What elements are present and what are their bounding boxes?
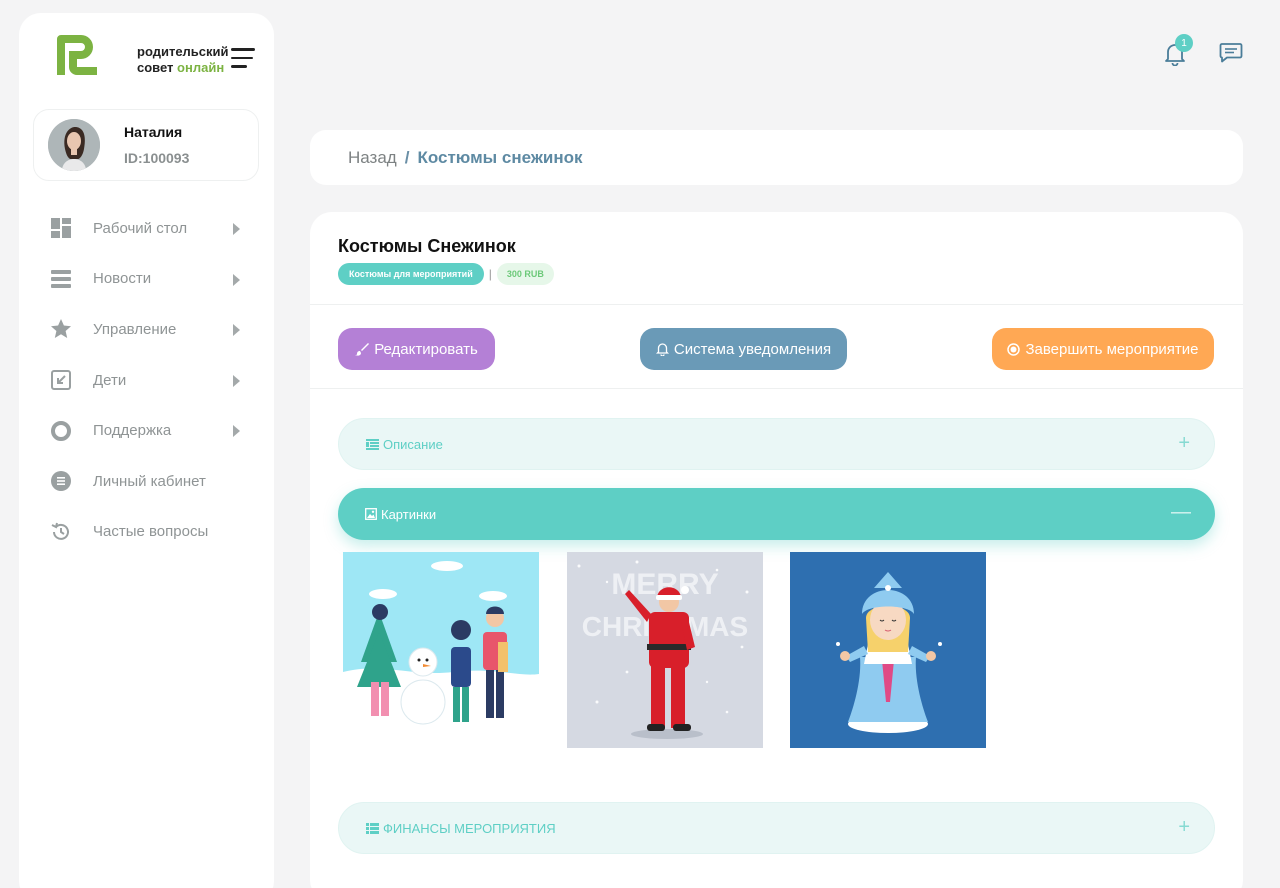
chevron-right-icon (233, 374, 240, 387)
breadcrumb-current: Костюмы снежинок (417, 147, 583, 167)
brand-line-2: совет (137, 60, 174, 75)
finish-event-button[interactable]: Завершить мероприятие (992, 328, 1214, 370)
sidebar-item-faq[interactable]: Частые вопросы (19, 507, 274, 558)
children-icon (51, 370, 71, 391)
breadcrumb-separator: / (404, 147, 410, 167)
event-title: Костюмы Снежинок (338, 236, 516, 256)
chevron-right-icon (233, 273, 240, 286)
sidebar-item-management[interactable]: Управление (19, 304, 274, 355)
news-icon (51, 269, 71, 289)
brush-icon (355, 342, 370, 356)
sidebar-item-label: Поддержка (93, 422, 172, 440)
event-tags: Костюмы для мероприятий | 300 RUB (338, 263, 554, 285)
category-badge: Костюмы для мероприятий (338, 263, 484, 285)
notification-system-button[interactable]: Система уведомления (640, 328, 847, 370)
breadcrumb-back-link[interactable]: Назад (348, 148, 397, 168)
image-thumbnail-santa[interactable]: MERRY CHRISTMAS (567, 552, 763, 748)
notification-system-button-label: Система уведомления (673, 340, 832, 358)
star-icon (51, 319, 71, 339)
list-icon (366, 822, 379, 834)
image-thumbnail-winter-friends[interactable] (343, 552, 539, 748)
logo-icon[interactable] (53, 31, 101, 79)
tag-separator: | (488, 267, 492, 281)
finish-event-button-label: Завершить мероприятие (1025, 340, 1199, 358)
accordion-pictures[interactable]: Картинки — (338, 488, 1215, 540)
profile-name: Наталия (124, 124, 183, 140)
edit-button[interactable]: Редактировать (338, 328, 495, 370)
accordion-description[interactable]: Описание + (338, 418, 1215, 470)
sidebar-item-news[interactable]: Новости (19, 254, 274, 305)
text-icon (366, 438, 379, 450)
profile-id: ID:100093 (124, 150, 190, 166)
plus-icon[interactable]: + (1178, 433, 1190, 453)
accordion-finance-label: ФИНАНСЫ МЕРОПРИЯТИЯ (383, 820, 556, 836)
accordion-description-label: Описание (383, 436, 443, 452)
edit-button-label: Редактировать (374, 340, 478, 358)
sidebar-item-support[interactable]: Поддержка (19, 405, 274, 456)
sidebar-item-children[interactable]: Дети (19, 355, 274, 406)
accordion-pictures-label: Картинки (381, 506, 437, 522)
sidebar-item-dashboard[interactable]: Рабочий стол (19, 203, 274, 254)
dashboard-icon (51, 218, 71, 239)
sidebar-item-label: Управление (93, 320, 177, 338)
brand-name: родительский совет онлайн (137, 44, 229, 76)
account-icon (51, 471, 71, 492)
sidebar-item-label: Личный кабинет (93, 472, 206, 490)
bell-icon (655, 342, 669, 356)
image-thumbnail-snow-maiden[interactable] (790, 552, 986, 748)
price-badge: 300 RUB (496, 263, 554, 285)
brand-line-1: родительский (137, 44, 229, 59)
profile-card[interactable]: Наталия ID:100093 (33, 109, 259, 181)
sidebar: родительский совет онлайн Наталия ID:100… (19, 13, 274, 888)
divider (310, 388, 1243, 389)
sidebar-item-label: Частые вопросы (93, 523, 209, 541)
chevron-right-icon (233, 324, 240, 337)
accordion-finance[interactable]: ФИНАНСЫ МЕРОПРИЯТИЯ + (338, 802, 1215, 854)
minus-icon[interactable]: — (1171, 502, 1191, 522)
image-icon (365, 508, 377, 520)
lifebuoy-icon (51, 420, 71, 441)
brand-line-2-accent: онлайн (177, 60, 225, 75)
sidebar-item-label: Дети (93, 371, 127, 389)
sidebar-item-account[interactable]: Личный кабинет (19, 456, 274, 507)
divider (310, 304, 1243, 305)
sidebar-menu: Рабочий стол Новости Управление Дети Под… (19, 203, 274, 557)
plus-icon[interactable]: + (1178, 817, 1190, 837)
chat-icon[interactable] (1219, 42, 1243, 64)
avatar (48, 119, 100, 171)
history-icon (51, 522, 71, 542)
chevron-right-icon (233, 223, 240, 235)
chevron-right-icon (233, 425, 240, 438)
stop-circle-icon (1007, 342, 1021, 356)
sidebar-item-label: Рабочий стол (93, 219, 188, 237)
notification-badge: 1 (1175, 34, 1193, 52)
sidebar-item-label: Новости (93, 270, 152, 288)
menu-toggle-icon[interactable] (231, 48, 255, 68)
event-card: Костюмы Снежинок Костюмы для мероприятий… (310, 212, 1243, 888)
breadcrumb: Назад / Костюмы снежинок (310, 130, 1243, 185)
